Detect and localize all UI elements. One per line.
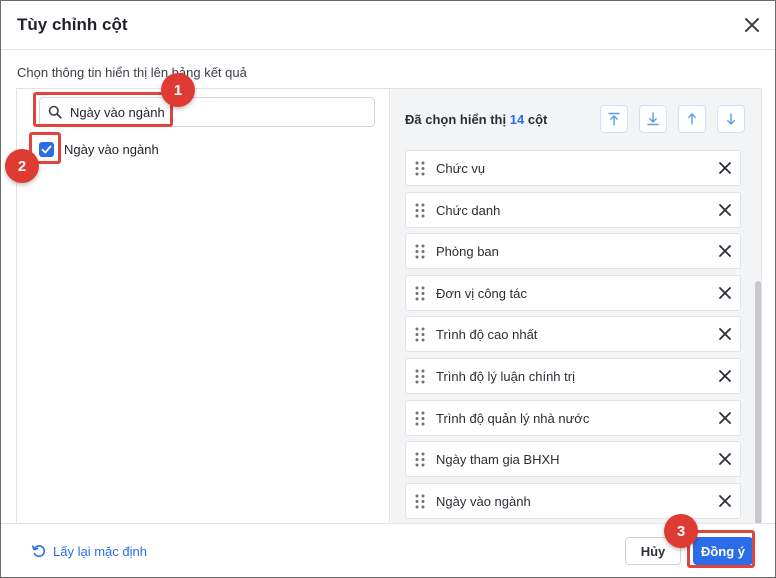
- selected-column-item[interactable]: Ngày tham gia BHXH: [405, 441, 741, 478]
- selected-column-item[interactable]: Chức danh: [405, 191, 741, 228]
- reset-default-label: Lấy lại mặc định: [53, 543, 147, 559]
- selected-column-item[interactable]: Trình độ lý luận chính trị: [405, 357, 741, 394]
- reset-default-link[interactable]: Lấy lại mặc định: [31, 543, 147, 559]
- scrollbar-thumb[interactable]: [755, 281, 761, 527]
- selected-count-header: Đã chọn hiển thị 14 cột: [405, 112, 547, 127]
- drag-handle-icon[interactable]: [415, 244, 425, 259]
- customize-columns-dialog: Tùy chỉnh cột Chọn thông tin hiển thị lê…: [0, 0, 776, 578]
- drag-handle-icon[interactable]: [415, 411, 425, 426]
- move-top-icon: [608, 112, 620, 126]
- step-badge-1: 1: [161, 73, 195, 107]
- remove-icon[interactable]: [718, 286, 732, 300]
- drag-handle-icon[interactable]: [415, 286, 425, 301]
- selected-column-item[interactable]: Phòng ban: [405, 233, 741, 270]
- drag-handle-icon[interactable]: [415, 494, 425, 509]
- remove-icon[interactable]: [718, 244, 732, 258]
- selected-column-label: Chức danh: [436, 202, 501, 218]
- dialog-footer: Lấy lại mặc định Hủy Đồng ý: [1, 523, 775, 577]
- selected-column-label: Trình độ cao nhất: [436, 327, 538, 343]
- selected-column-list: Chức vụ Chức danh Phòng ban Đơn vị công …: [405, 150, 741, 524]
- selected-column-item[interactable]: Ngày vào ngành: [405, 482, 741, 519]
- result-item-label: Ngày vào ngành: [64, 141, 159, 157]
- selected-column-label: Ngày vào ngành: [436, 493, 531, 509]
- remove-icon[interactable]: [718, 411, 732, 425]
- selected-prefix: Đã chọn hiển thị: [405, 112, 507, 127]
- reset-icon: [31, 545, 46, 558]
- dialog-title: Tùy chỉnh cột: [17, 15, 128, 34]
- drag-handle-icon[interactable]: [415, 161, 425, 176]
- remove-icon[interactable]: [718, 203, 732, 217]
- selected-column-label: Chức vụ: [436, 161, 486, 176]
- selected-suffix: cột: [527, 112, 548, 127]
- highlight-search-box: [33, 92, 173, 127]
- drag-handle-icon[interactable]: [415, 327, 425, 342]
- selected-column-label: Trình độ quản lý nhà nước: [436, 410, 590, 426]
- move-bottom-icon: [647, 112, 659, 126]
- step-badge-3: 3: [664, 514, 698, 548]
- selected-column-item[interactable]: Chức vụ: [405, 150, 741, 186]
- selected-column-label: Trình độ lý luận chính trị: [436, 368, 575, 384]
- selected-column-label: Ngày tham gia BHXH: [436, 452, 560, 468]
- column-panels: Ngày vào ngành Đã chọn hiển thị 14 cột: [16, 88, 762, 527]
- dialog-header: Tùy chỉnh cột: [1, 1, 775, 50]
- step-badge-2: 2: [5, 149, 39, 183]
- move-bottom-button[interactable]: [639, 105, 667, 133]
- remove-icon[interactable]: [718, 494, 732, 508]
- selected-columns-panel: Đã chọn hiển thị 14 cột Chức vụ Chức dan…: [391, 89, 761, 527]
- close-icon[interactable]: [743, 16, 761, 34]
- remove-icon[interactable]: [718, 369, 732, 383]
- selected-column-label: Đơn vị công tác: [436, 285, 527, 301]
- move-down-icon: [727, 113, 735, 125]
- move-top-button[interactable]: [600, 105, 628, 133]
- remove-icon[interactable]: [718, 452, 732, 466]
- selected-column-item[interactable]: Trình độ quản lý nhà nước: [405, 399, 741, 436]
- drag-handle-icon[interactable]: [415, 369, 425, 384]
- drag-handle-icon[interactable]: [415, 452, 425, 467]
- selected-column-label: Phòng ban: [436, 244, 499, 260]
- move-down-button[interactable]: [717, 105, 745, 133]
- remove-icon[interactable]: [718, 161, 732, 175]
- dialog-subtitle: Chọn thông tin hiển thị lên bảng kết quả: [17, 65, 247, 80]
- available-columns-panel: Ngày vào ngành: [17, 89, 390, 526]
- move-up-icon: [688, 113, 696, 125]
- selected-column-item[interactable]: Đơn vị công tác: [405, 274, 741, 311]
- selected-column-item[interactable]: Trình độ cao nhất: [405, 316, 741, 353]
- drag-handle-icon[interactable]: [415, 203, 425, 218]
- selected-count: 14: [509, 112, 525, 127]
- remove-icon[interactable]: [718, 327, 732, 341]
- move-up-button[interactable]: [678, 105, 706, 133]
